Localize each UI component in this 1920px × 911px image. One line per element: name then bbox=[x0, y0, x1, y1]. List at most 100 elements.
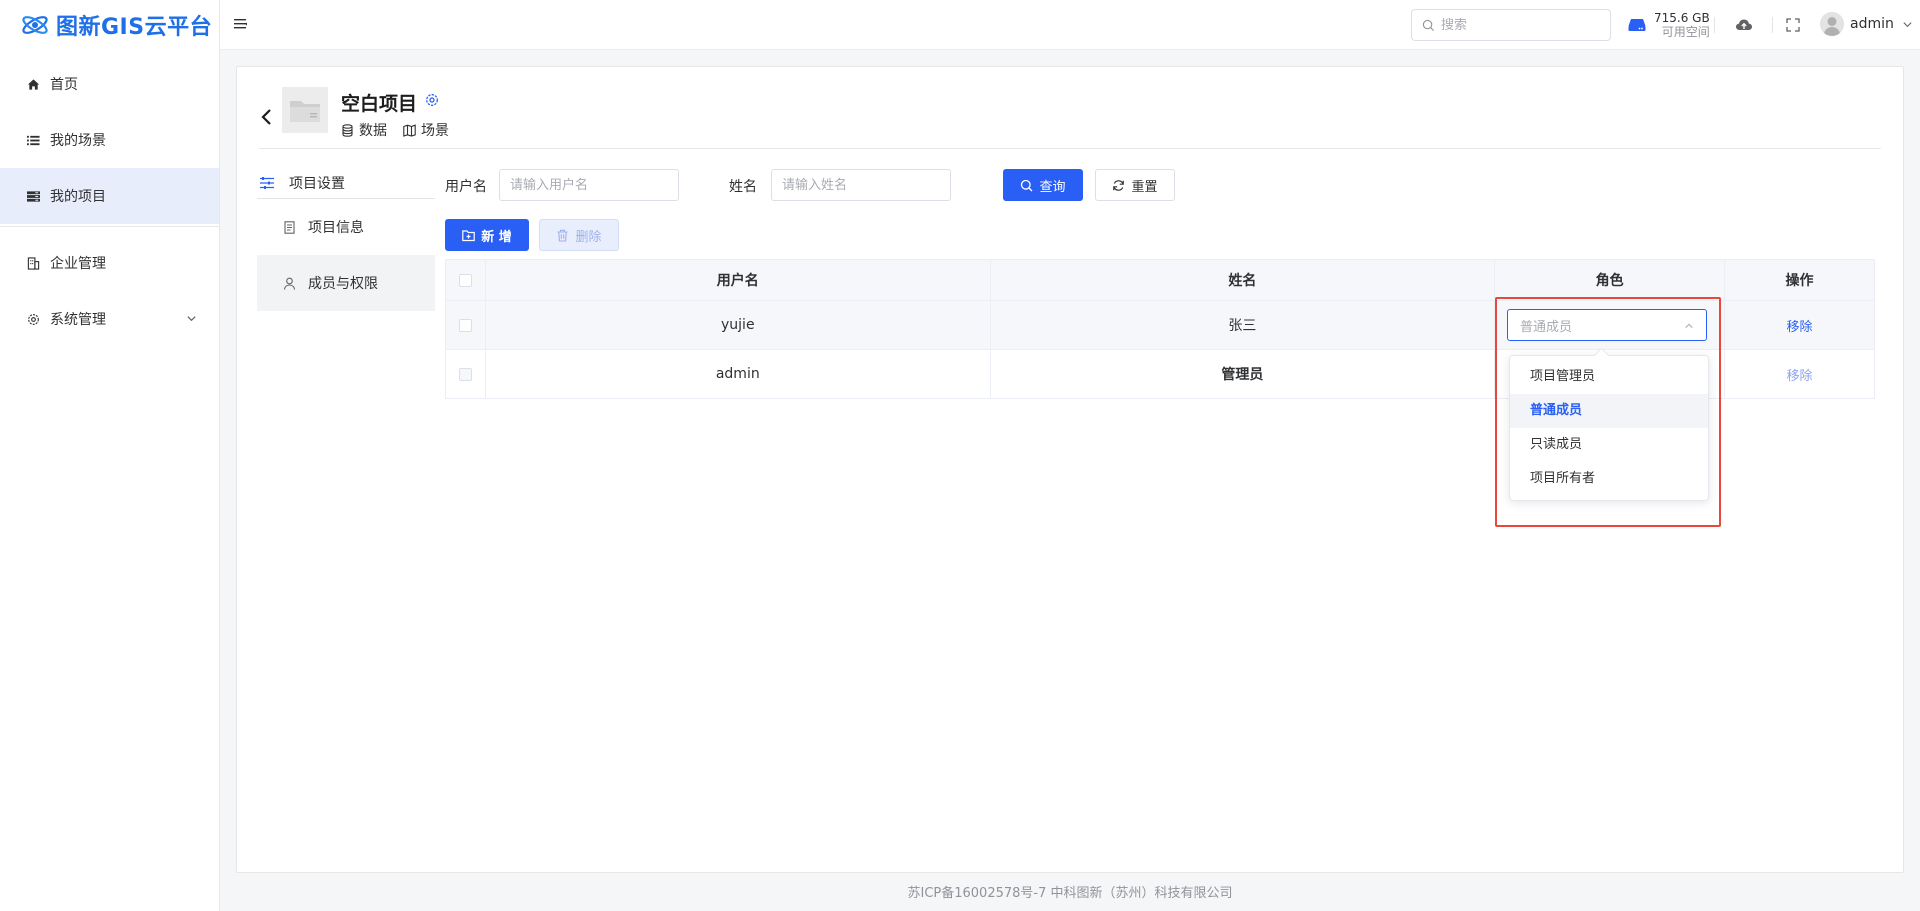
sliders-icon bbox=[260, 176, 274, 189]
footer: 苏ICP备16002578号-7 中科图新（苏州）科技有限公司 bbox=[907, 886, 1233, 901]
main-card: 空白项目 数据 场景 项目设置 项目信息 成员与权限 用户名 请输入用户名 姓名… bbox=[236, 66, 1904, 873]
filter-bar: 用户名 姓名 查询 重置 bbox=[445, 169, 1205, 201]
project-icon bbox=[26, 189, 40, 203]
select-all-checkbox[interactable] bbox=[458, 273, 472, 287]
database-icon bbox=[342, 123, 353, 137]
row-checkbox[interactable] bbox=[458, 318, 472, 332]
settings-item-label: 成员与权限 bbox=[308, 276, 378, 292]
project-link-scenes[interactable]: 场景 bbox=[403, 120, 449, 140]
home-icon bbox=[26, 77, 40, 91]
project-link-label: 场景 bbox=[421, 123, 449, 139]
username-filter-label: 用户名 bbox=[445, 179, 487, 195]
gear-icon[interactable] bbox=[425, 93, 439, 107]
sidebar-item-label: 企业管理 bbox=[50, 256, 106, 272]
storage-indicator: 715.6 GB 可用空间 bbox=[1628, 11, 1710, 39]
project-links: 数据 场景 bbox=[341, 120, 449, 140]
settings-item-members[interactable]: 成员与权限 bbox=[257, 255, 435, 311]
cloud-upload-icon[interactable] bbox=[1735, 16, 1753, 34]
menu-toggle-icon[interactable] bbox=[234, 17, 248, 31]
project-settings-menu: 项目设置 项目信息 成员与权限 bbox=[257, 167, 435, 311]
top-header: 715.6 GB 可用空间 admin bbox=[220, 0, 1920, 50]
delete-member-button-label: 删除 bbox=[575, 229, 602, 245]
settings-menu-title: 项目设置 bbox=[257, 167, 435, 199]
query-button[interactable]: 查询 bbox=[1003, 169, 1083, 201]
name-filter-label: 姓名 bbox=[729, 179, 757, 195]
sidebar-item-system[interactable]: 系统管理 bbox=[0, 291, 219, 347]
fullscreen-icon[interactable] bbox=[1784, 16, 1802, 34]
reset-button-label: 重置 bbox=[1131, 179, 1158, 195]
sidebar-item-label: 我的项目 bbox=[50, 189, 106, 205]
document-icon bbox=[284, 220, 295, 234]
project-title: 空白项目 bbox=[341, 89, 417, 116]
add-member-button-label: 新 增 bbox=[481, 229, 512, 245]
sidebar-item-label: 系统管理 bbox=[50, 312, 106, 328]
remove-member-link[interactable]: 移除 bbox=[1787, 369, 1813, 384]
cell-username: admin bbox=[485, 349, 991, 399]
sidebar-divider bbox=[0, 226, 219, 227]
user-name: admin bbox=[1850, 16, 1894, 32]
user-menu[interactable]: admin bbox=[1820, 12, 1913, 36]
map-icon bbox=[403, 123, 416, 137]
logo-icon bbox=[22, 16, 48, 34]
column-header-action: 操作 bbox=[1724, 259, 1875, 301]
delete-member-button[interactable]: 删除 bbox=[539, 219, 619, 251]
back-arrow-icon[interactable] bbox=[259, 107, 273, 127]
folder-add-icon bbox=[462, 229, 476, 241]
chevron-down-icon bbox=[1903, 21, 1912, 27]
role-option-member[interactable]: 普通成员 bbox=[1510, 394, 1708, 428]
search-input[interactable] bbox=[1441, 17, 1591, 33]
building-icon bbox=[26, 256, 40, 270]
sidebar-item-label: 首页 bbox=[50, 77, 78, 93]
cell-username: yujie bbox=[485, 300, 991, 350]
cell-name: 张三 bbox=[990, 300, 1496, 350]
row-select-cell bbox=[445, 300, 486, 350]
search-icon bbox=[1422, 19, 1435, 31]
chevron-down-icon bbox=[187, 316, 196, 322]
trash-icon bbox=[557, 229, 568, 242]
header-divider bbox=[1772, 17, 1773, 33]
cell-action: 移除 bbox=[1724, 300, 1875, 350]
sidebar-item-label: 我的场景 bbox=[50, 133, 106, 149]
select-all-cell bbox=[445, 259, 486, 301]
logo[interactable]: 图新GIS云平台 bbox=[0, 0, 219, 50]
sidebar-item-home[interactable]: 首页 bbox=[0, 56, 219, 112]
role-select-value: 普通成员 bbox=[1520, 319, 1573, 335]
storage-label: 可用空间 bbox=[1661, 25, 1710, 39]
sidebar-item-scenes[interactable]: 我的场景 bbox=[0, 112, 219, 168]
project-thumbnail bbox=[282, 87, 328, 133]
refresh-icon bbox=[1113, 179, 1125, 191]
user-icon bbox=[283, 277, 296, 290]
project-title-text: 空白项目 bbox=[341, 93, 418, 115]
settings-icon bbox=[26, 312, 40, 326]
settings-item-label: 项目信息 bbox=[308, 220, 364, 236]
query-button-label: 查询 bbox=[1039, 179, 1066, 195]
row-select-cell bbox=[445, 349, 486, 399]
column-header-name: 姓名 bbox=[990, 259, 1496, 301]
list-icon bbox=[26, 133, 40, 147]
project-link-label: 数据 bbox=[359, 123, 387, 139]
settings-item-project-info[interactable]: 项目信息 bbox=[257, 199, 435, 255]
sidebar-item-projects[interactable]: 我的项目 bbox=[0, 168, 219, 224]
table-header-row: 用户名 姓名 角色 操作 bbox=[445, 259, 1875, 301]
name-filter-input[interactable] bbox=[771, 169, 951, 201]
remove-member-link[interactable]: 移除 bbox=[1787, 320, 1813, 335]
search-box[interactable] bbox=[1411, 9, 1611, 41]
project-link-data[interactable]: 数据 bbox=[341, 120, 387, 140]
add-member-button[interactable]: 新 增 bbox=[445, 219, 529, 251]
avatar bbox=[1820, 12, 1844, 36]
settings-menu-title-text: 项目设置 bbox=[289, 175, 345, 192]
username-filter-input[interactable] bbox=[499, 169, 679, 201]
role-option-owner[interactable]: 项目所有者 bbox=[1510, 462, 1708, 496]
role-select[interactable]: 普通成员 bbox=[1507, 309, 1707, 341]
row-checkbox[interactable] bbox=[458, 367, 472, 381]
role-option-project-admin[interactable]: 项目管理员 bbox=[1510, 360, 1708, 394]
cell-action: 移除 bbox=[1724, 349, 1875, 399]
sidebar-item-enterprise[interactable]: 企业管理 bbox=[0, 235, 219, 291]
header-divider bbox=[1714, 17, 1715, 33]
logo-text: 图新GIS云平台 bbox=[56, 15, 213, 40]
project-header: 空白项目 数据 场景 bbox=[259, 87, 1881, 149]
role-option-readonly[interactable]: 只读成员 bbox=[1510, 428, 1708, 462]
column-header-username: 用户名 bbox=[485, 259, 991, 301]
reset-button[interactable]: 重置 bbox=[1095, 169, 1175, 201]
search-icon bbox=[1021, 179, 1033, 191]
